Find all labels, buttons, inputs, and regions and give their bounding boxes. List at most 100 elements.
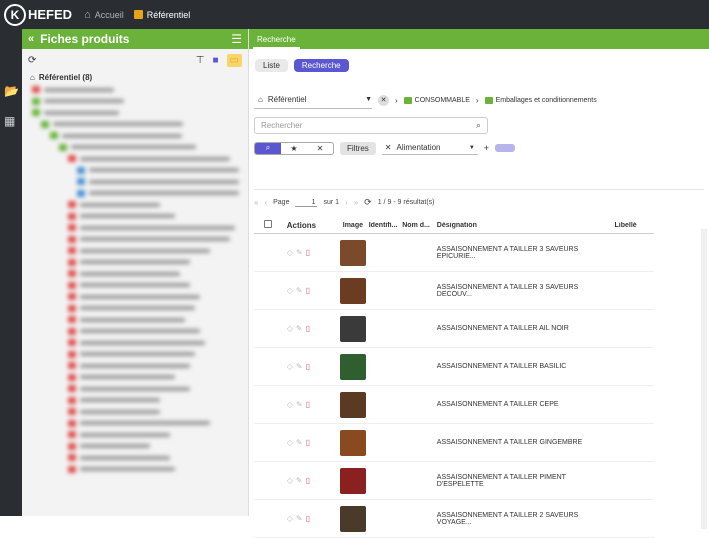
tree-node[interactable] <box>32 96 248 108</box>
product-thumbnail[interactable] <box>339 391 366 418</box>
table-row[interactable]: ◇ ✎ ▯ ASSAISONNEMENT A TAILLER PIMENT D'ESP… <box>254 462 654 500</box>
folder-open-active-icon[interactable]: ▭ <box>226 53 242 67</box>
delete-icon[interactable]: ▯ <box>306 324 310 333</box>
table-row[interactable]: ◇ ✎ ▯ ASSAISONNEMENT A TAILLER GINGEMBRE <box>254 424 654 462</box>
tree-node[interactable] <box>32 130 248 142</box>
next-page-icon[interactable]: › <box>345 198 348 207</box>
tab-liste[interactable]: Liste <box>255 59 288 72</box>
clear-icon[interactable]: ✕ <box>378 94 389 106</box>
edit-icon[interactable]: ✎ <box>296 514 303 523</box>
tab-recherche[interactable]: Recherche <box>253 35 300 49</box>
tree-node[interactable] <box>32 360 248 372</box>
product-thumbnail[interactable] <box>339 429 366 456</box>
folder-icon[interactable]: ■ <box>213 55 219 66</box>
delete-icon[interactable]: ▯ <box>306 438 310 447</box>
nav-home[interactable]: ⌂ Accueil <box>84 9 124 21</box>
search-icon[interactable]: ⌕ <box>476 120 481 131</box>
table-row[interactable]: ◇ ✎ ▯ ASSAISONNEMENT A TAILLER CEPE <box>254 386 654 424</box>
tree-node[interactable] <box>32 107 248 119</box>
tree-node[interactable] <box>32 418 248 430</box>
close-icon[interactable]: ✕ <box>307 143 333 154</box>
view-icon[interactable]: ◇ <box>287 362 293 371</box>
filters-button[interactable]: Filtres <box>340 141 376 155</box>
prev-page-icon[interactable]: ‹ <box>264 198 267 207</box>
view-icon[interactable]: ◇ <box>287 438 293 447</box>
tree-node[interactable] <box>32 142 248 154</box>
search-input[interactable]: Rechercher ⌕ <box>254 117 488 134</box>
tree-node[interactable] <box>32 337 248 349</box>
select-all-checkbox[interactable] <box>264 220 272 228</box>
tree-node[interactable] <box>32 211 248 223</box>
delete-icon[interactable]: ▯ <box>306 476 310 485</box>
apply-button[interactable] <box>495 144 516 152</box>
referentiel-select[interactable]: ⌂ Référentiel ▼ <box>254 91 372 109</box>
edit-icon[interactable]: ✎ <box>296 362 303 371</box>
tree-node[interactable] <box>32 395 248 407</box>
product-thumbnail[interactable] <box>339 353 366 380</box>
delete-icon[interactable]: ▯ <box>306 362 310 371</box>
tree-node[interactable] <box>32 222 248 234</box>
tree-node[interactable] <box>32 257 248 269</box>
product-thumbnail[interactable] <box>339 505 366 532</box>
refresh-icon[interactable]: ⟳ <box>364 197 372 208</box>
table-row[interactable]: ◇ ✎ ▯ ASSAISONNEMENT A TAILLER 3 SAVEURS EP… <box>254 234 654 272</box>
view-icon[interactable]: ◇ <box>287 248 293 257</box>
hamburger-icon[interactable]: ☰ <box>231 32 242 46</box>
tree-node[interactable] <box>32 245 248 257</box>
product-thumbnail[interactable] <box>339 315 366 342</box>
tree-node[interactable] <box>32 153 248 165</box>
edit-icon[interactable]: ✎ <box>296 438 303 447</box>
refresh-icon[interactable]: ⟳ <box>28 55 36 66</box>
tree-node[interactable] <box>32 280 248 292</box>
page-input[interactable]: 1 <box>295 199 318 207</box>
tree-node[interactable] <box>32 372 248 384</box>
remove-criterion-icon[interactable]: ✕ <box>385 143 392 152</box>
delete-icon[interactable]: ▯ <box>306 248 310 257</box>
tree-node[interactable] <box>32 84 248 96</box>
hierarchy-icon[interactable]: ⊤ <box>196 55 205 66</box>
delete-icon[interactable]: ▯ <box>306 400 310 409</box>
tree-node[interactable] <box>32 429 248 441</box>
product-thumbnail[interactable] <box>339 467 366 494</box>
tree-node[interactable] <box>32 326 248 338</box>
star-icon[interactable]: ★ <box>281 143 307 154</box>
delete-icon[interactable]: ▯ <box>306 286 310 295</box>
app-logo[interactable]: K HEFED <box>4 3 72 26</box>
edit-icon[interactable]: ✎ <box>296 324 303 333</box>
view-icon[interactable]: ◇ <box>287 324 293 333</box>
vertical-scrollbar[interactable] <box>701 229 707 529</box>
tree-node[interactable] <box>32 303 248 315</box>
product-thumbnail[interactable] <box>339 239 366 266</box>
tree-node[interactable] <box>32 165 248 177</box>
tree-node[interactable] <box>32 452 248 464</box>
edit-icon[interactable]: ✎ <box>296 286 303 295</box>
criterion-select[interactable]: ✕ Alimentation ▼ <box>381 142 478 155</box>
tree-node[interactable] <box>32 406 248 418</box>
table-row[interactable]: ◇ ✎ ▯ ASSAISONNEMENT A TAILLER AIL NOIR <box>254 310 654 348</box>
collapse-icon[interactable]: « <box>28 33 34 45</box>
table-row[interactable]: ◇ ✎ ▯ ASSAISONNEMENT A TAILLER 2 SAVEURS VO… <box>254 500 654 538</box>
tree-node[interactable] <box>32 291 248 303</box>
tree-node[interactable] <box>32 188 248 200</box>
breadcrumb-emballages[interactable]: Emballages et conditionnements <box>484 96 597 104</box>
tree-node[interactable] <box>32 119 248 131</box>
table-row[interactable]: ◇ ✎ ▯ ASSAISONNEMENT A TAILLER BASILIC <box>254 348 654 386</box>
add-criterion-icon[interactable]: + <box>484 143 489 153</box>
view-icon[interactable]: ◇ <box>287 514 293 523</box>
table-row[interactable]: ◇ ✎ ▯ ASSAISONNEMENT A TAILLER 3 SAVEURS DE… <box>254 272 654 310</box>
edit-icon[interactable]: ✎ <box>296 248 303 257</box>
first-page-icon[interactable]: « <box>254 198 258 207</box>
folder-open-icon[interactable]: 📂 <box>4 84 19 98</box>
tab-recherche-view[interactable]: Recherche <box>293 59 349 72</box>
view-icon[interactable]: ◇ <box>287 286 293 295</box>
tree-node[interactable] <box>32 383 248 395</box>
delete-icon[interactable]: ▯ <box>306 514 310 523</box>
tree-node[interactable] <box>32 441 248 453</box>
tree-node[interactable] <box>32 176 248 188</box>
edit-icon[interactable]: ✎ <box>296 400 303 409</box>
tree-node[interactable] <box>32 464 248 476</box>
calendar-icon[interactable]: ▦ <box>4 114 15 128</box>
tree-node[interactable] <box>32 234 248 246</box>
product-thumbnail[interactable] <box>339 277 366 304</box>
last-page-icon[interactable]: » <box>354 198 358 207</box>
